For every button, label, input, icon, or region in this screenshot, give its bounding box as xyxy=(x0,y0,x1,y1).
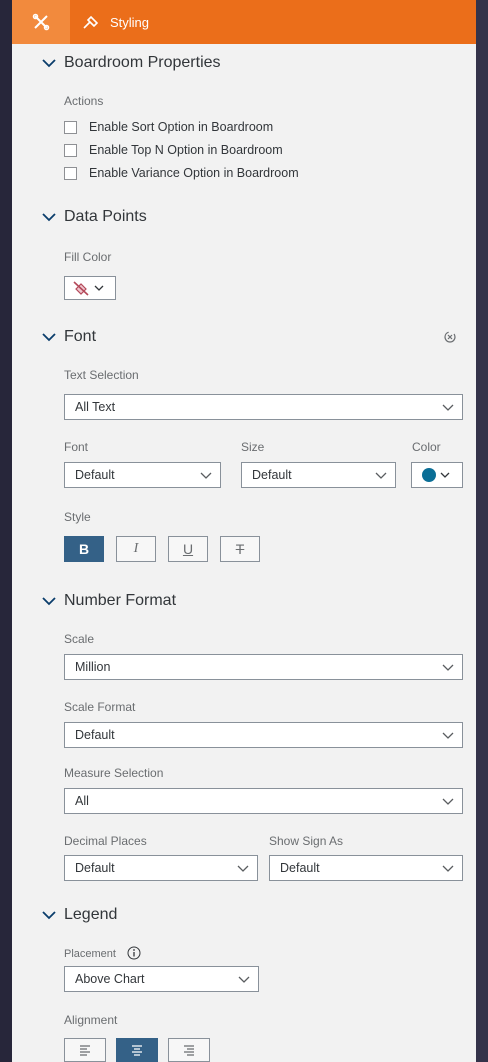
underline-icon: U xyxy=(182,541,194,557)
align-left-button[interactable] xyxy=(64,1038,106,1062)
tools-icon xyxy=(32,13,50,31)
placement-label: Placement xyxy=(64,948,116,960)
font-color-picker[interactable] xyxy=(411,462,463,488)
show-sign-dropdown[interactable]: Default xyxy=(269,855,463,881)
checkbox-label: Enable Sort Option in Boardroom xyxy=(89,120,274,134)
strikethrough-icon: T xyxy=(235,541,245,557)
placement-dropdown[interactable]: Above Chart xyxy=(64,966,259,992)
align-center-icon xyxy=(132,1045,142,1056)
align-right-icon xyxy=(184,1045,194,1056)
section-header-boardroom[interactable]: Boardroom Properties xyxy=(42,54,221,72)
chevron-down-icon xyxy=(42,332,60,342)
chevron-down-icon xyxy=(237,865,249,872)
align-center-button[interactable] xyxy=(116,1038,158,1062)
scale-dropdown[interactable]: Million xyxy=(64,654,463,680)
dropdown-value: Default xyxy=(252,468,292,482)
scale-label: Scale xyxy=(64,632,95,646)
checkbox-label: Enable Top N Option in Boardroom xyxy=(89,143,283,157)
dropdown-value: Default xyxy=(75,861,115,875)
color-swatch xyxy=(422,468,436,482)
chevron-down-icon xyxy=(200,472,212,479)
color-label: Color xyxy=(412,440,441,454)
section-title: Number Format xyxy=(64,592,177,609)
measure-selection-dropdown[interactable]: All xyxy=(64,788,463,814)
show-sign-label: Show Sign As xyxy=(269,834,344,848)
checkbox-sort-option[interactable]: Enable Sort Option in Boardroom xyxy=(64,120,273,134)
align-left-icon xyxy=(80,1045,90,1056)
section-header-data-points[interactable]: Data Points xyxy=(42,208,147,226)
paintbrush-icon xyxy=(83,15,99,29)
chevron-down-icon xyxy=(42,58,60,68)
chevron-down-icon xyxy=(42,596,60,606)
dropdown-value: Above Chart xyxy=(75,972,145,986)
dropdown-value: Default xyxy=(75,468,115,482)
chevron-down-icon xyxy=(442,404,454,411)
actions-label: Actions xyxy=(64,94,104,108)
checkbox-label: Enable Variance Option in Boardroom xyxy=(89,166,299,180)
styling-panel: Styling Boardroom Properties Actions Ena… xyxy=(12,0,476,1062)
dropdown-value: Default xyxy=(75,728,115,742)
chevron-down-icon xyxy=(375,472,387,479)
section-title: Data Points xyxy=(64,208,147,225)
chevron-down-icon xyxy=(442,732,454,739)
size-dropdown[interactable]: Default xyxy=(241,462,396,488)
text-selection-label: Text Selection xyxy=(64,368,139,382)
scale-format-dropdown[interactable]: Default xyxy=(64,722,463,748)
chevron-down-icon xyxy=(94,285,104,291)
text-selection-dropdown[interactable]: All Text xyxy=(64,394,463,420)
bold-icon: B xyxy=(78,541,90,557)
section-header-font[interactable]: Font xyxy=(42,328,96,346)
checkbox-variance-option[interactable]: Enable Variance Option in Boardroom xyxy=(64,166,299,180)
italic-button[interactable]: I xyxy=(116,536,156,562)
section-title: Boardroom Properties xyxy=(64,54,221,71)
no-fill-icon xyxy=(73,281,89,296)
reset-icon[interactable] xyxy=(443,330,457,344)
style-label: Style xyxy=(64,510,91,524)
left-background-strip xyxy=(0,0,12,1062)
tab-styling[interactable]: Styling xyxy=(82,0,149,44)
dropdown-value: All xyxy=(75,794,89,808)
align-right-button[interactable] xyxy=(168,1038,210,1062)
section-title: Legend xyxy=(64,906,118,923)
dropdown-value: Million xyxy=(75,660,111,674)
tab-styling-label: Styling xyxy=(110,14,150,30)
underline-button[interactable]: U xyxy=(168,536,208,562)
bold-button[interactable]: B xyxy=(64,536,104,562)
strikethrough-button[interactable]: T xyxy=(220,536,260,562)
section-header-legend[interactable]: Legend xyxy=(42,906,117,924)
decimal-places-dropdown[interactable]: Default xyxy=(64,855,258,881)
font-label: Font xyxy=(64,440,89,454)
dropdown-value: All Text xyxy=(75,400,116,414)
decimal-places-label: Decimal Places xyxy=(64,834,147,848)
chevron-down-icon xyxy=(442,798,454,805)
right-background-strip xyxy=(476,0,488,1062)
chevron-down-icon xyxy=(42,212,60,222)
panel-tab-bar: Styling xyxy=(12,0,476,44)
italic-icon: I xyxy=(133,541,139,556)
measure-selection-label: Measure Selection xyxy=(64,766,164,780)
fill-color-picker[interactable] xyxy=(64,276,116,300)
checkbox[interactable] xyxy=(64,143,77,157)
section-title: Font xyxy=(64,328,97,345)
scale-format-label: Scale Format xyxy=(64,700,136,714)
chevron-down-icon xyxy=(442,865,454,872)
chevron-down-icon xyxy=(442,664,454,671)
size-label: Size xyxy=(241,440,265,454)
chevron-down-icon xyxy=(42,910,60,920)
dropdown-value: Default xyxy=(280,861,320,875)
fill-color-label: Fill Color xyxy=(64,250,112,264)
info-icon[interactable] xyxy=(127,946,141,960)
chevron-down-icon xyxy=(440,472,450,478)
tab-builder[interactable] xyxy=(12,0,70,44)
section-header-number-format[interactable]: Number Format xyxy=(42,592,176,610)
checkbox-topn-option[interactable]: Enable Top N Option in Boardroom xyxy=(64,143,283,157)
chevron-down-icon xyxy=(238,976,250,983)
checkbox[interactable] xyxy=(64,166,77,180)
font-dropdown[interactable]: Default xyxy=(64,462,221,488)
alignment-label: Alignment xyxy=(64,1013,118,1027)
checkbox[interactable] xyxy=(64,120,77,134)
